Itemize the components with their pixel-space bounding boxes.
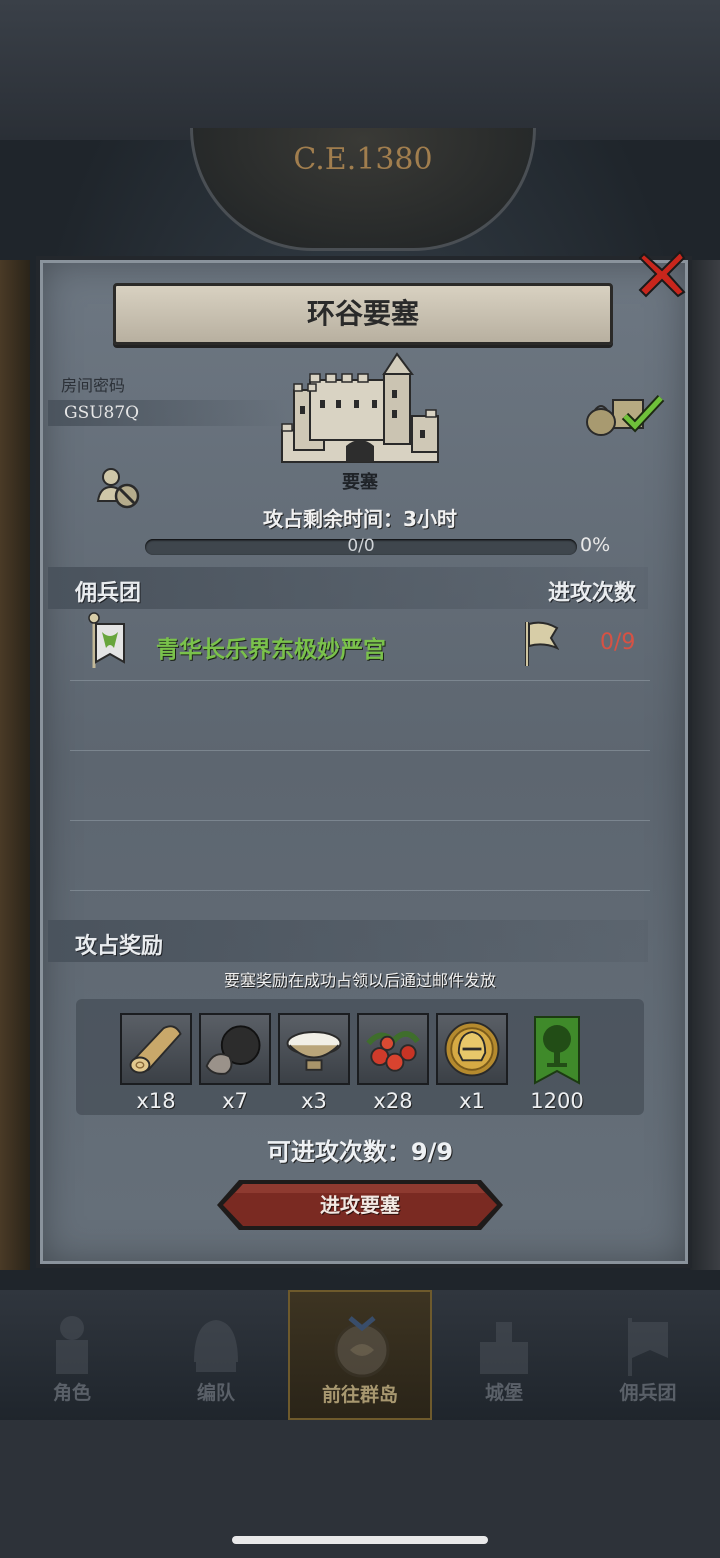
year-label: C.E.1380 xyxy=(293,142,433,177)
left-side-decoration xyxy=(0,260,30,1270)
nav-item-castle[interactable]: 城堡 xyxy=(432,1290,576,1420)
available-attacks: 可进攻次数：9/9 xyxy=(266,1138,454,1166)
knight-icon xyxy=(56,1316,88,1374)
status-bar-area xyxy=(0,0,720,140)
mercenary-section-title: 佣兵团 xyxy=(75,581,142,606)
fortress-icon xyxy=(281,352,439,463)
room-password-code[interactable]: GSU87Q xyxy=(48,400,288,426)
reward-item[interactable]: x7 xyxy=(199,1013,271,1113)
reward-qty: 1200 xyxy=(530,1089,584,1113)
guild-name[interactable]: 青华长乐界东极妙严宫 xyxy=(156,630,386,664)
truffle-icon xyxy=(205,1025,261,1075)
row-divider xyxy=(70,750,650,751)
nav-item-role[interactable]: 角色 xyxy=(0,1290,144,1420)
reward-item[interactable]: x3 xyxy=(278,1013,350,1113)
nav-item-formation[interactable]: 编队 xyxy=(144,1290,288,1420)
nav-label: 佣兵团 xyxy=(619,1382,677,1404)
nav-label: 编队 xyxy=(196,1382,235,1404)
nav-item-mercenary[interactable]: 佣兵团 xyxy=(576,1290,720,1420)
capture-progress-text: 0/0 xyxy=(347,536,375,556)
close-icon xyxy=(638,250,686,298)
nav-label: 前往群岛 xyxy=(321,1384,398,1406)
wood-log-icon xyxy=(129,1025,182,1074)
no-visitor-icon[interactable] xyxy=(96,465,142,511)
reward-qty: x1 xyxy=(459,1089,485,1113)
capture-progress-percent: 0% xyxy=(580,534,611,556)
fortress-type-label: 要塞 xyxy=(342,472,378,493)
attack-fortress-button[interactable]: 进攻要塞 xyxy=(215,1178,505,1232)
nav-label: 角色 xyxy=(52,1382,91,1404)
castle-icon xyxy=(480,1322,528,1374)
capture-time-left: 攻占剩余时间：3小时 xyxy=(263,507,457,531)
row-divider xyxy=(70,680,650,681)
reward-item[interactable]: 1200 xyxy=(521,1013,593,1113)
berries-icon xyxy=(366,1031,420,1072)
guild-banner-icon xyxy=(88,612,125,668)
reward-qty: x7 xyxy=(222,1089,248,1113)
attack-count-header: 进攻次数 xyxy=(548,581,637,606)
reward-qty: x3 xyxy=(301,1089,327,1113)
rewards-section-title: 攻占奖励 xyxy=(75,934,164,959)
attack-fortress-label: 进攻要塞 xyxy=(320,1193,400,1217)
dialog-title: 环谷要塞 xyxy=(306,297,419,330)
home-indicator[interactable] xyxy=(232,1536,488,1544)
reward-qty: x18 xyxy=(136,1089,176,1113)
guild-tree-banner-icon xyxy=(534,1016,580,1085)
dialog-title-plate: 环谷要塞 xyxy=(113,283,613,345)
reward-item[interactable]: x1 xyxy=(436,1013,508,1113)
reward-item[interactable]: x18 xyxy=(120,1013,192,1113)
mercenary-banner-icon xyxy=(628,1318,668,1376)
row-divider xyxy=(70,890,650,891)
row-divider xyxy=(70,820,650,821)
nav-label: 城堡 xyxy=(484,1382,523,1404)
reward-item[interactable]: x28 xyxy=(357,1013,429,1113)
close-button[interactable] xyxy=(634,246,690,302)
milk-bowl-icon xyxy=(286,1031,342,1071)
gold-helmet-coin-icon xyxy=(444,1021,500,1077)
nav-item-islands[interactable]: 前往群岛 xyxy=(288,1290,432,1420)
room-password-label: 房间密码 xyxy=(61,376,126,395)
compass-map-icon xyxy=(334,1316,390,1378)
capture-progress-bar: 0/0 xyxy=(145,536,577,556)
helmet-icon xyxy=(194,1320,238,1372)
flag-icon xyxy=(525,621,559,666)
guild-attack-count: 0/9 xyxy=(600,630,636,655)
supply-check-icon[interactable] xyxy=(585,390,665,438)
right-side-decoration xyxy=(690,260,720,1270)
reward-qty: x28 xyxy=(373,1089,413,1113)
rewards-note: 要塞奖励在成功占领以后通过邮件发放 xyxy=(223,971,496,990)
